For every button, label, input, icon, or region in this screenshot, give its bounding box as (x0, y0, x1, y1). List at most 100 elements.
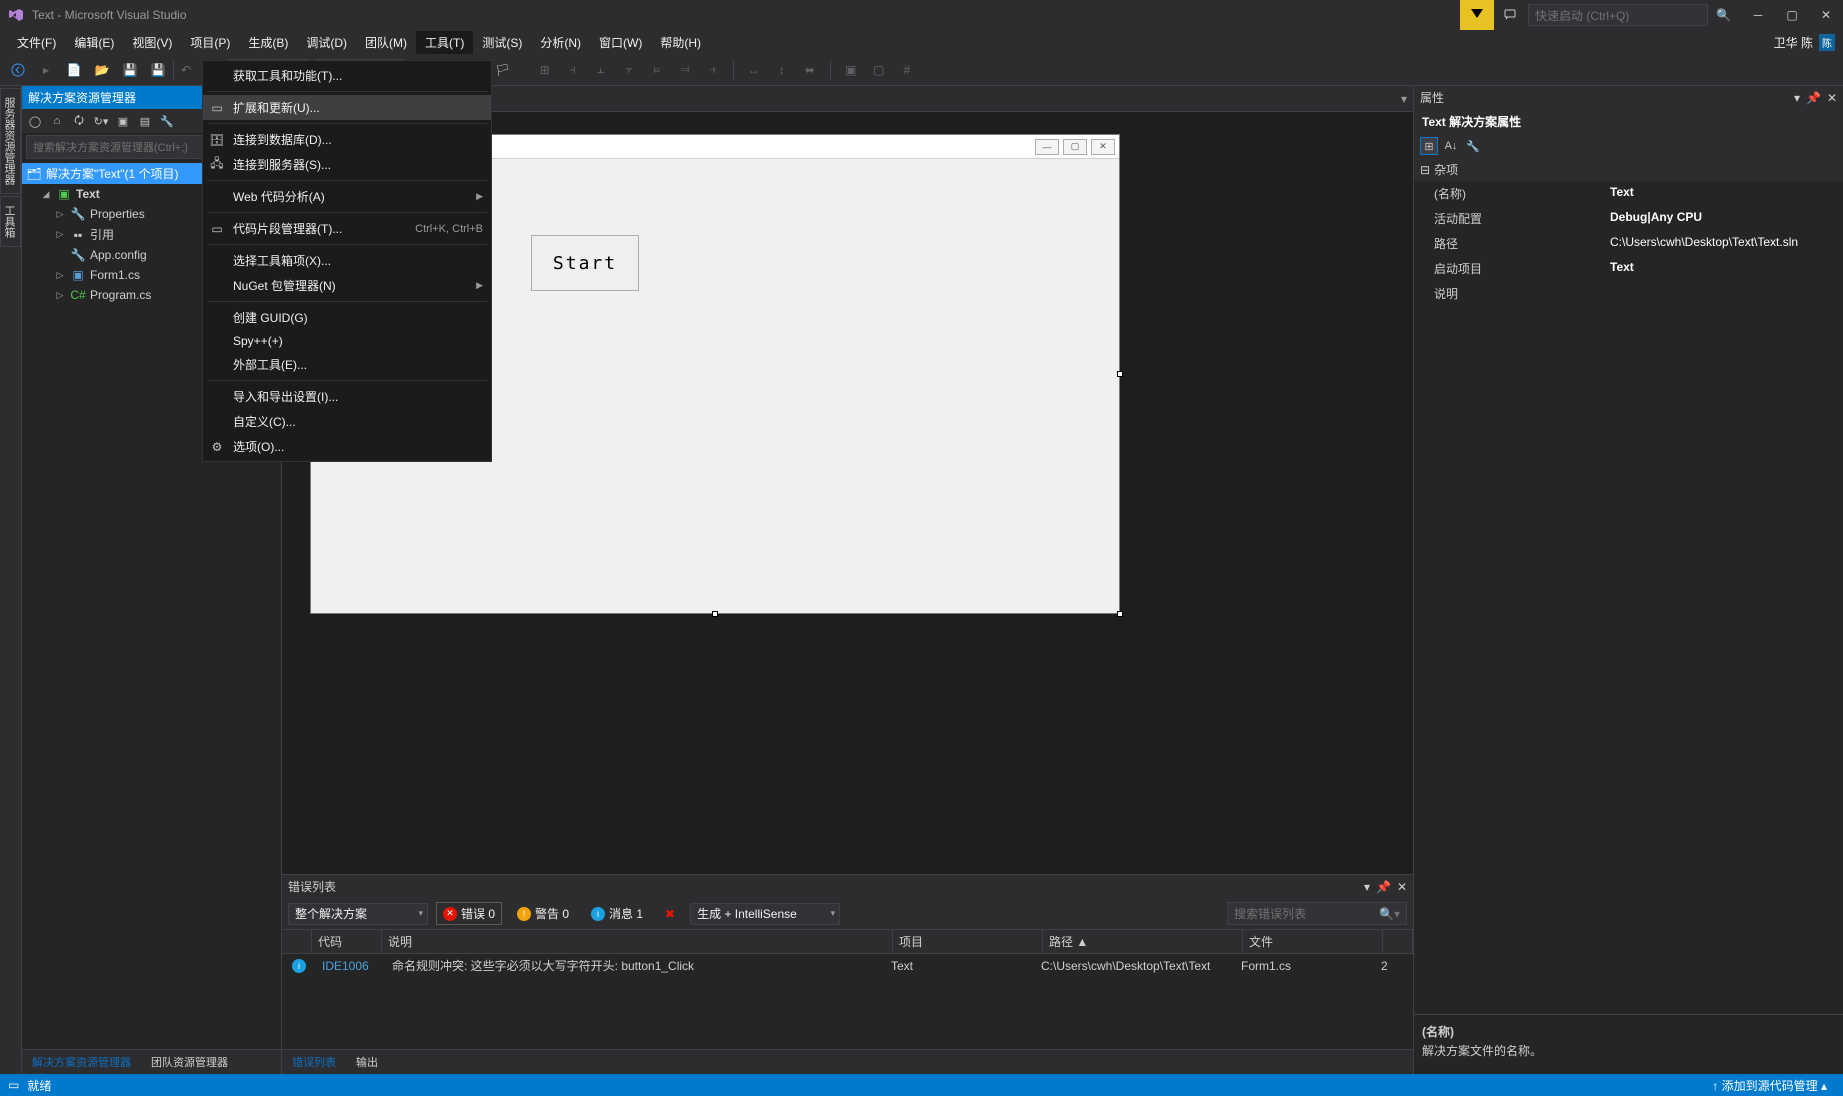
pin-icon[interactable]: 📌 (1376, 880, 1391, 894)
expander-icon[interactable]: ▷ (54, 270, 66, 281)
tools-menu-item[interactable]: 外部工具(E)... (203, 352, 491, 377)
col-desc[interactable]: 说明 (382, 930, 893, 953)
menu-tools[interactable]: 工具(T) (416, 31, 473, 54)
tools-menu-item[interactable]: ▭扩展和更新(U)... (203, 95, 491, 120)
panel-menu-icon[interactable]: ▾ (1364, 880, 1370, 894)
tools-menu-item[interactable]: 🖧连接到服务器(S)... (203, 152, 491, 177)
search-icon[interactable]: 🔍 (1716, 8, 1731, 22)
tab-order-icon[interactable]: # (895, 58, 919, 82)
hspace-icon[interactable]: ↔ (742, 58, 766, 82)
close-panel-icon[interactable]: ✕ (1827, 91, 1837, 105)
pin-icon[interactable]: 📌 (1806, 91, 1821, 105)
tools-menu-item[interactable]: 自定义(C)... (203, 409, 491, 434)
bring-front-icon[interactable]: ▣ (839, 58, 863, 82)
menu-window[interactable]: 窗口(W) (590, 31, 651, 54)
align-mid-icon[interactable]: ⫤ (673, 58, 697, 82)
send-back-icon[interactable]: ▢ (867, 58, 891, 82)
tools-menu-item[interactable]: 创建 GUID(G) (203, 305, 491, 330)
tab-solution-explorer[interactable]: 解决方案资源管理器 (22, 1050, 141, 1074)
tools-menu-item[interactable]: 选择工具箱项(X)... (203, 248, 491, 273)
show-all-icon[interactable]: ▤ (136, 112, 154, 130)
align-center-icon[interactable]: ⫠ (589, 58, 613, 82)
menu-view[interactable]: 视图(V) (123, 31, 181, 54)
prop-row[interactable]: 活动配置Debug|Any CPU (1414, 206, 1843, 231)
props-wrench-icon[interactable]: 🔧 (1464, 137, 1482, 155)
refresh-icon[interactable]: ↻▾ (92, 112, 110, 130)
tools-menu-item[interactable]: 🗄连接到数据库(D)... (203, 127, 491, 152)
close-button[interactable]: ✕ (1809, 0, 1843, 30)
menu-analyze[interactable]: 分析(N) (531, 31, 590, 54)
filter-messages[interactable]: i 消息 1 (584, 902, 650, 925)
expander-icon[interactable]: ◢ (40, 189, 52, 200)
save-all-icon[interactable]: 💾 (146, 58, 170, 82)
notifications-icon[interactable] (1460, 0, 1494, 30)
filter-clear[interactable]: ✖ (658, 904, 682, 924)
resize-handle-bottom[interactable] (712, 611, 718, 617)
menu-project[interactable]: 项目(P) (181, 31, 239, 54)
resize-handle-right[interactable] (1117, 371, 1123, 377)
rail-tab-toolbox[interactable]: 工具箱 (0, 196, 21, 247)
filter-warnings[interactable]: ! 警告 0 (510, 902, 576, 925)
prop-row[interactable]: 路径C:\Users\cwh\Desktop\Text\Text.sln (1414, 231, 1843, 256)
size-icon[interactable]: ⬌ (798, 58, 822, 82)
align-left-icon[interactable]: ⫞ (561, 58, 585, 82)
col-path[interactable]: 路径 ▲ (1043, 930, 1243, 953)
feedback-icon[interactable] (1494, 0, 1528, 30)
resize-handle-corner[interactable] (1117, 611, 1123, 617)
align-top-icon[interactable]: ⫢ (645, 58, 669, 82)
nav-fwd-icon[interactable]: ▸ (34, 58, 58, 82)
menu-debug[interactable]: 调试(D) (297, 31, 356, 54)
error-search-input[interactable]: 搜索错误列表 🔍▾ (1227, 902, 1407, 925)
status-scm[interactable]: ↑ 添加到源代码管理 ▴ (1704, 1077, 1835, 1094)
categorized-icon[interactable]: ⊞ (1420, 137, 1438, 155)
expander-icon[interactable]: ▷ (54, 209, 66, 220)
prop-row[interactable]: (名称)Text (1414, 181, 1843, 206)
quick-launch-input[interactable]: 快速启动 (Ctrl+Q) (1528, 4, 1708, 26)
menu-test[interactable]: 测试(S) (473, 31, 531, 54)
back-icon[interactable]: ◯ (26, 112, 44, 130)
tab-overflow-icon[interactable]: ▾ (1401, 92, 1407, 106)
tools-menu-item[interactable]: 导入和导出设置(I)... (203, 384, 491, 409)
collapse-icon[interactable]: ⊟ (1420, 163, 1430, 177)
home-icon[interactable]: ⌂ (48, 112, 66, 130)
col-project[interactable]: 项目 (893, 930, 1043, 953)
menu-build[interactable]: 生成(B) (239, 31, 297, 54)
alphabetical-icon[interactable]: A↓ (1442, 137, 1460, 155)
prop-row[interactable]: 说明 (1414, 281, 1843, 306)
error-row[interactable]: i IDE1006 命名规则冲突: 这些字必须以大写字符开头: button1_… (282, 954, 1413, 977)
tab-error-list[interactable]: 错误列表 (282, 1050, 346, 1074)
vspace-icon[interactable]: ↕ (770, 58, 794, 82)
grid-icon[interactable]: ⊞ (533, 58, 557, 82)
scope-dropdown[interactable]: 整个解决方案 (288, 903, 428, 925)
open-file-icon[interactable]: 📂 (90, 58, 114, 82)
menu-team[interactable]: 团队(M) (356, 31, 416, 54)
tools-menu-item[interactable]: Spy++(+) (203, 330, 491, 352)
col-file[interactable]: 文件 (1243, 930, 1383, 953)
save-icon[interactable]: 💾 (118, 58, 142, 82)
user-badge-icon[interactable]: 陈 (1819, 34, 1835, 51)
rail-tab-server-explorer[interactable]: 服务器资源管理器 (0, 88, 21, 194)
build-filter-dropdown[interactable]: 生成 + IntelliSense (690, 903, 840, 925)
user-name[interactable]: 卫华 陈 (1774, 34, 1813, 51)
expander-icon[interactable]: ▷ (54, 290, 66, 301)
filter-errors[interactable]: ✕ 错误 0 (436, 902, 502, 925)
sync-icon[interactable]: 🗘 (70, 112, 88, 130)
error-code-link[interactable]: IDE1006 (318, 959, 388, 973)
new-project-icon[interactable]: 📄 (62, 58, 86, 82)
expander-icon[interactable]: ▷ (54, 229, 66, 240)
menu-edit[interactable]: 编辑(E) (65, 31, 123, 54)
align-bot-icon[interactable]: ⫣ (701, 58, 725, 82)
properties-icon[interactable]: 🔧 (158, 112, 176, 130)
panel-menu-icon[interactable]: ▾ (1794, 91, 1800, 105)
close-panel-icon[interactable]: ✕ (1397, 880, 1407, 894)
tools-menu-item[interactable]: ▭代码片段管理器(T)...Ctrl+K, Ctrl+B (203, 216, 491, 241)
align-right-icon[interactable]: ⫟ (617, 58, 641, 82)
prop-category[interactable]: ⊟ 杂项 (1414, 158, 1843, 181)
prop-row[interactable]: 启动项目Text (1414, 256, 1843, 281)
minimize-button[interactable]: ─ (1741, 0, 1775, 30)
nav-back-icon[interactable] (6, 58, 30, 82)
tools-menu-item[interactable]: ⚙选项(O)... (203, 434, 491, 459)
tab-output[interactable]: 输出 (346, 1050, 388, 1074)
collapse-icon[interactable]: ▣ (114, 112, 132, 130)
menu-help[interactable]: 帮助(H) (651, 31, 710, 54)
